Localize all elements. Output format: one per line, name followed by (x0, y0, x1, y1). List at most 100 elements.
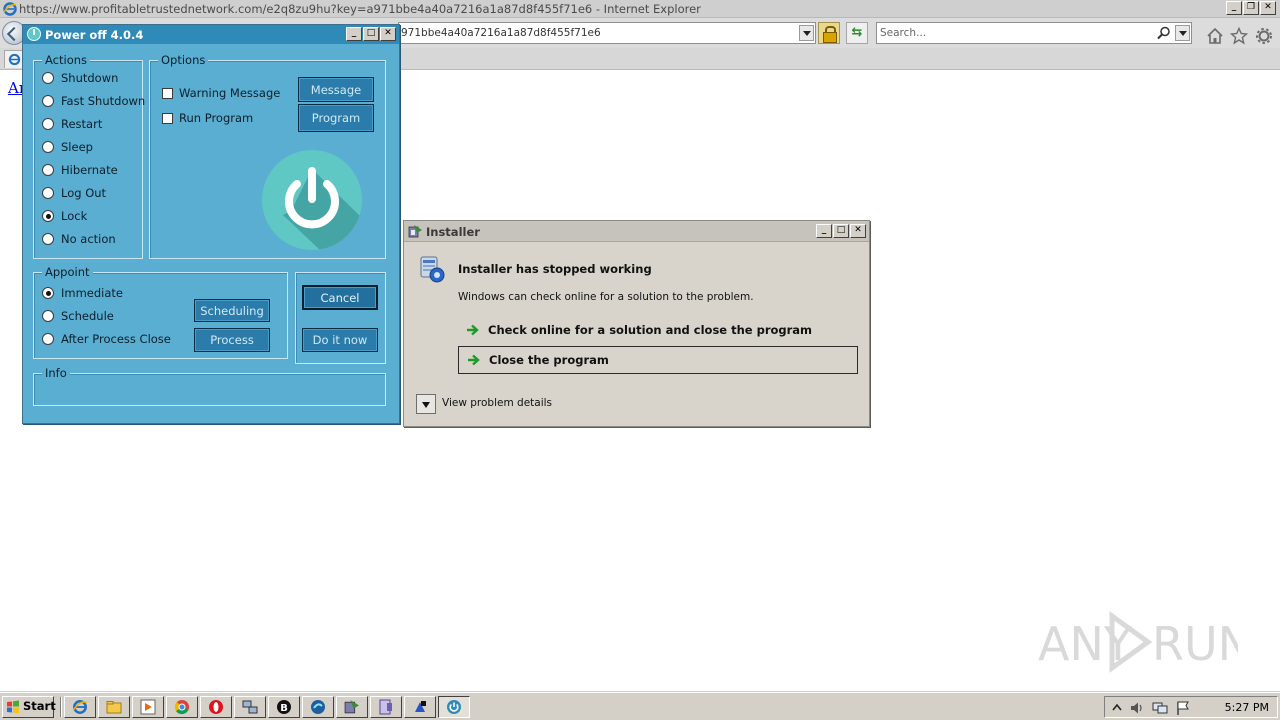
internet-explorer-icon (72, 700, 88, 714)
radio-label: Schedule (61, 309, 114, 323)
close-button[interactable]: ✕ (380, 27, 396, 41)
search-icon[interactable] (1157, 26, 1171, 40)
info-group: Info (33, 366, 386, 406)
taskbar-remote-app[interactable] (404, 696, 436, 718)
taskbar-ie[interactable] (64, 696, 96, 718)
process-button[interactable]: Process (194, 328, 270, 352)
message-button[interactable]: Message (298, 77, 374, 102)
installer-app-icon (408, 225, 422, 238)
refresh-icon[interactable]: ⇆ (846, 22, 868, 44)
radio-dot[interactable] (42, 72, 54, 84)
scheduling-button[interactable]: Scheduling (194, 299, 270, 322)
action-center-flag-icon[interactable] (1175, 700, 1191, 716)
radio-hibernate[interactable]: Hibernate (42, 162, 118, 178)
browser-tab[interactable] (4, 50, 24, 68)
radio-after-process-close[interactable]: After Process Close (42, 331, 171, 347)
show-hidden-icons-icon[interactable] (1109, 700, 1125, 716)
taskbar-blue-app[interactable] (302, 696, 334, 718)
view-details-toggle[interactable] (416, 394, 436, 414)
minimize-button[interactable]: _ (816, 224, 832, 238)
taskbar-media-player[interactable] (132, 696, 164, 718)
installer-title: Installer (426, 225, 480, 239)
maximize-button[interactable]: □ (833, 224, 849, 238)
address-dropdown-button[interactable] (799, 25, 814, 41)
warning-message-checkbox[interactable]: Warning Message (162, 85, 280, 101)
radio-dot-selected[interactable] (42, 287, 54, 299)
actions-group: Actions Shutdown Fast Shutdown Restart S… (33, 53, 145, 259)
radio-dot[interactable] (42, 333, 54, 345)
taskbar-setup-app[interactable] (370, 696, 402, 718)
settings-gear-icon[interactable] (1255, 27, 1273, 45)
checkbox-label: Run Program (179, 111, 254, 125)
close-button[interactable]: ✕ (1260, 1, 1276, 15)
installer-titlebar[interactable]: Installer _ □ ✕ (404, 221, 869, 242)
taskbar-separator (60, 697, 62, 717)
power-icon (262, 150, 362, 250)
taskbar-network-app[interactable] (234, 696, 266, 718)
appoint-group: Appoint Immediate Schedule After Process… (33, 265, 288, 359)
program-button[interactable]: Program (298, 104, 374, 132)
radio-dot-selected[interactable] (42, 210, 54, 222)
installer-app-icon (344, 700, 359, 714)
radio-fast-shutdown[interactable]: Fast Shutdown (42, 93, 145, 109)
volume-icon[interactable] (1129, 700, 1145, 716)
poweroff-titlebar[interactable]: Power off 4.0.4 _ □ ✕ (23, 25, 399, 44)
radio-dot[interactable] (42, 233, 54, 245)
radio-label: After Process Close (61, 332, 171, 346)
favorites-star-icon[interactable] (1230, 27, 1248, 45)
radio-no-action[interactable]: No action (42, 231, 116, 247)
radio-restart[interactable]: Restart (42, 116, 102, 132)
radio-dot[interactable] (42, 310, 54, 322)
media-player-icon (140, 699, 156, 715)
radio-dot[interactable] (42, 118, 54, 130)
run-program-checkbox[interactable]: Run Program (162, 110, 253, 126)
radio-label: Fast Shutdown (61, 94, 146, 108)
poweroff-window-controls: _ □ ✕ (346, 27, 396, 41)
close-button[interactable]: ✕ (850, 224, 866, 238)
restore-button[interactable]: ❐ (1243, 1, 1259, 15)
search-dropdown-button[interactable] (1175, 25, 1190, 41)
start-label: Start (23, 699, 56, 713)
checkbox-box[interactable] (162, 112, 173, 124)
green-arrow-icon (467, 324, 479, 336)
search-box[interactable] (876, 22, 1192, 44)
search-input[interactable] (880, 26, 1150, 40)
taskbar-explorer[interactable] (98, 696, 130, 718)
start-button[interactable]: Start (2, 696, 56, 718)
maximize-button[interactable]: □ (363, 27, 379, 41)
checkbox-box[interactable] (162, 87, 173, 99)
taskbar-poweroff[interactable] (438, 696, 470, 718)
view-details-label[interactable]: View problem details (442, 397, 552, 409)
lock-icon[interactable] (818, 22, 840, 44)
close-program-option[interactable]: Close the program (458, 346, 858, 374)
radio-label: Lock (61, 209, 88, 223)
info-title: Info (42, 366, 70, 380)
radio-shutdown[interactable]: Shutdown (42, 70, 118, 86)
address-bar[interactable]: 971bbe4a40a7216a1a87d8f455f71e6 (398, 22, 816, 44)
browser-window-controls: _ ❐ ✕ (1226, 1, 1276, 15)
radio-dot[interactable] (42, 95, 54, 107)
radio-sleep[interactable]: Sleep (42, 139, 93, 155)
home-icon[interactable] (1206, 27, 1224, 45)
checkbox-label: Warning Message (179, 86, 281, 100)
do-it-now-button[interactable]: Do it now (302, 328, 378, 352)
radio-dot[interactable] (42, 164, 54, 176)
radio-schedule[interactable]: Schedule (42, 308, 114, 324)
radio-immediate[interactable]: Immediate (42, 285, 123, 301)
tab-ie-icon (8, 53, 21, 66)
taskbar-clock[interactable]: 5:27 PM (1225, 701, 1269, 714)
minimize-button[interactable]: _ (346, 27, 362, 41)
minimize-button[interactable]: _ (1226, 1, 1242, 15)
radio-lock[interactable]: Lock (42, 208, 87, 224)
taskbar-opera[interactable] (200, 696, 232, 718)
radio-dot[interactable] (42, 141, 54, 153)
radio-dot[interactable] (42, 187, 54, 199)
taskbar: Start B 5:27 PM (0, 692, 1280, 720)
taskbar-installer[interactable] (336, 696, 368, 718)
check-online-option[interactable]: Check online for a solution and close th… (458, 316, 858, 344)
cancel-button[interactable]: Cancel (302, 285, 378, 310)
network-icon[interactable] (1152, 700, 1168, 716)
radio-log-out[interactable]: Log Out (42, 185, 106, 201)
taskbar-b-app[interactable]: B (268, 696, 300, 718)
taskbar-chrome[interactable] (166, 696, 198, 718)
